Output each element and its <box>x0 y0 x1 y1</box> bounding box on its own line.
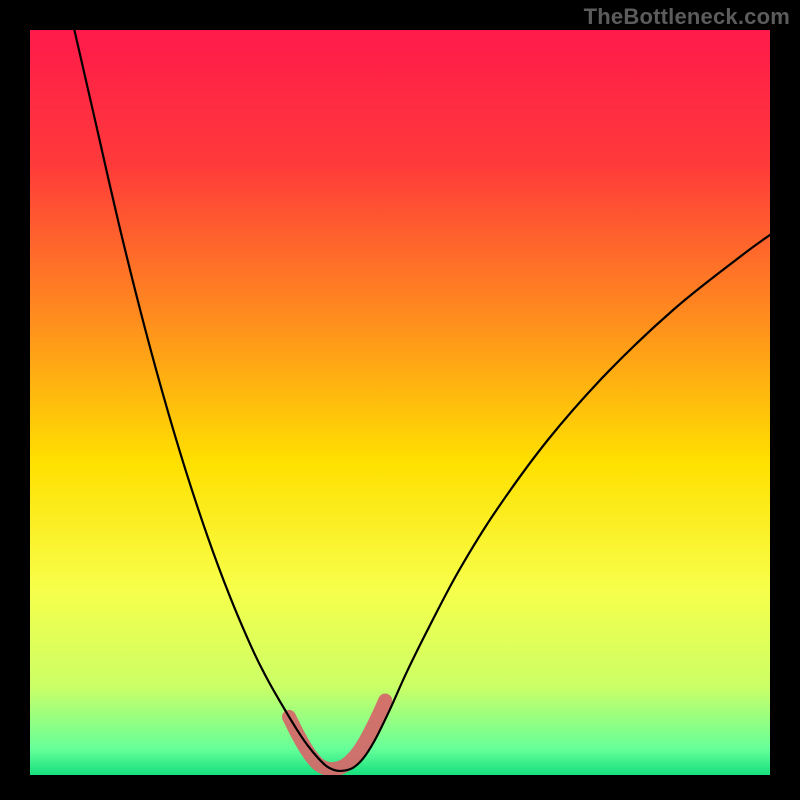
gradient-background <box>30 30 770 775</box>
watermark-label: TheBottleneck.com <box>584 4 790 30</box>
chart-frame: TheBottleneck.com <box>0 0 800 800</box>
plot-area <box>30 30 770 775</box>
chart-svg <box>30 30 770 775</box>
